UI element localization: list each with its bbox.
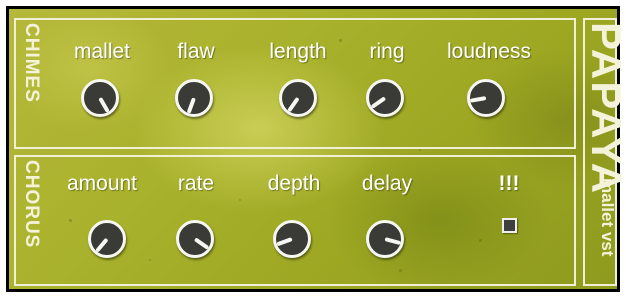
depth-knob[interactable]	[273, 220, 311, 258]
knob-indicator	[193, 237, 210, 250]
length-knob[interactable]	[279, 79, 317, 117]
ring-knob[interactable]	[366, 79, 404, 117]
flaw-knob[interactable]	[175, 79, 213, 117]
brand-name: PAPAYA	[583, 22, 626, 196]
knob-indicator	[98, 97, 110, 113]
knob-indicator	[469, 96, 487, 103]
knob-indicator	[95, 237, 109, 253]
mallet-knob[interactable]	[81, 79, 119, 117]
chorus-section-title: CHORUS	[21, 160, 42, 249]
knob-indicator	[276, 237, 293, 247]
brand-subtitle: mallet vst	[598, 178, 617, 257]
knob-indicator	[384, 237, 401, 246]
delay-knob[interactable]	[366, 220, 404, 258]
chorus-toggle-button[interactable]	[502, 218, 517, 233]
knob-indicator	[186, 97, 196, 114]
loudness-knob[interactable]	[467, 79, 505, 117]
rate-knob[interactable]	[176, 220, 214, 258]
chimes-section-title: CHIMES	[21, 23, 42, 103]
knob-indicator	[287, 96, 300, 113]
knob-indicator	[370, 96, 387, 109]
loudness-label: loudness	[446, 40, 532, 63]
delay-label: delay	[361, 172, 413, 195]
amount-knob[interactable]	[88, 220, 126, 258]
toggle-label: !!!	[498, 172, 520, 195]
